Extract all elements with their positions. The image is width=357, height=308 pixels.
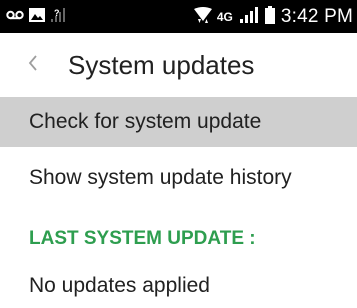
show-update-history-item[interactable]: Show system update history — [0, 153, 357, 203]
last-update-value: No updates applied — [29, 274, 210, 297]
status-bar: ? 4G 3:42 PM — [0, 0, 357, 33]
chevron-left-icon — [22, 45, 50, 81]
svg-text:?: ? — [54, 8, 60, 18]
back-button[interactable] — [22, 45, 50, 81]
status-time: 3:42 PM — [280, 6, 353, 27]
show-update-history-label: Show system update history — [29, 166, 292, 189]
app-bar: System updates — [0, 33, 357, 95]
status-bar-left: ? — [6, 7, 66, 28]
no-sim-signal-icon: ? — [50, 7, 66, 28]
battery-icon — [264, 5, 275, 29]
image-notification-icon — [29, 7, 45, 27]
status-bar-right: 4G 3:42 PM — [193, 5, 353, 29]
network-type: 4G — [216, 10, 233, 24]
check-system-update-label: Check for system update — [29, 110, 262, 133]
wifi-data-icon — [193, 6, 213, 29]
check-system-update-item[interactable]: Check for system update — [0, 97, 357, 147]
last-system-update-header: LAST SYSTEM UPDATE : — [29, 228, 256, 249]
voicemail-icon — [6, 8, 24, 26]
signal-icon — [239, 6, 259, 29]
page-title: System updates — [68, 50, 255, 80]
